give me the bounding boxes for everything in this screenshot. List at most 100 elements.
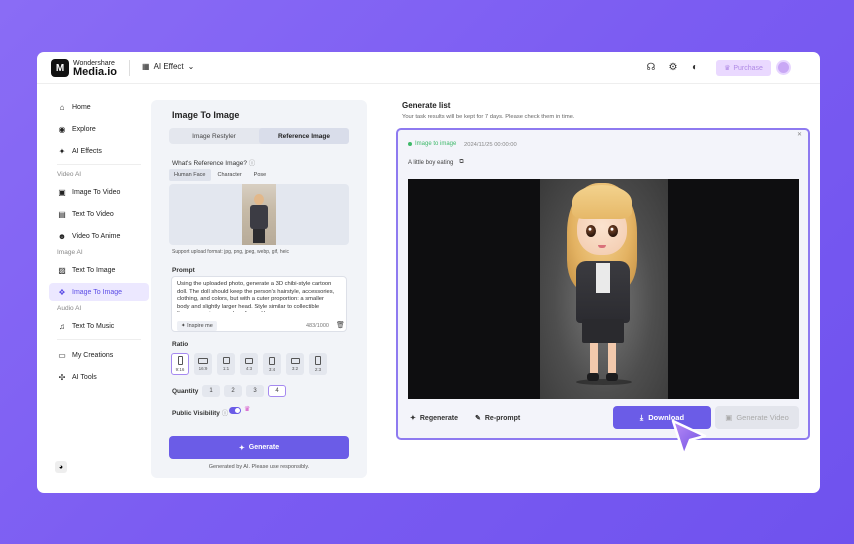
visibility-label: Public Visibility	[172, 410, 220, 417]
ratio-label: Ratio	[172, 341, 189, 348]
result-description: A little boy eating	[408, 159, 454, 166]
video-icon: ▣	[58, 187, 66, 197]
sidebar-item-my-creations[interactable]: ▭ My Creations	[49, 346, 149, 364]
generate-video-button[interactable]: ▣ Generate Video	[715, 406, 799, 429]
anime-icon: ☻	[57, 231, 67, 241]
ai-effect-menu[interactable]: ▦ AI Effect ⌄	[142, 62, 194, 71]
ratio-3-2[interactable]: 3:2	[286, 353, 304, 375]
divider	[57, 164, 141, 165]
sidebar-item-ai-effects[interactable]: ✦ AI Effects	[49, 142, 149, 160]
result-card: ✕ Image to image 2024/11/25 00:00:00 A l…	[396, 128, 810, 440]
wand-icon: ✎	[475, 415, 481, 422]
brand-line2: Media.io	[73, 66, 118, 78]
sidebar-item-video-to-anime[interactable]: ☻ Video To Anime	[49, 227, 149, 245]
quantity-label: Quantity	[172, 388, 199, 395]
visibility-toggle[interactable]	[229, 407, 241, 414]
sidebar-item-text-to-image[interactable]: ▨ Text To Image	[49, 261, 149, 279]
char-counter: 483/1000	[306, 323, 329, 329]
generate-button[interactable]: ✦ Generate	[169, 436, 349, 459]
section-label: Audio AI	[57, 305, 82, 312]
subtab-human-face[interactable]: Human Face	[169, 169, 211, 181]
discord-icon[interactable]: ◕	[55, 461, 67, 473]
grid-icon: ▦	[142, 62, 150, 71]
sparkle-icon: ✦	[58, 146, 66, 156]
upload-area[interactable]	[169, 184, 349, 245]
divider	[57, 339, 141, 340]
trash-icon[interactable]: 🗑	[336, 321, 345, 329]
logo-mark: M	[51, 59, 69, 77]
uploaded-photo	[242, 184, 276, 245]
section-label: Video AI	[57, 171, 82, 178]
quantity-4[interactable]: 4	[268, 385, 286, 397]
reference-subtabs: Human Face Character Pose	[169, 169, 271, 181]
prompt-text: Using the uploaded photo, generate a 3D …	[177, 281, 335, 312]
inspire-button[interactable]: ✦ Inspire me	[177, 321, 217, 331]
result-tag: Image to image	[408, 141, 456, 147]
divider	[129, 60, 130, 76]
sidebar-item-ai-tools[interactable]: ✣ AI Tools	[49, 368, 149, 386]
tab-reference-image[interactable]: Reference Image	[259, 128, 349, 144]
quantity-1[interactable]: 1	[202, 385, 220, 397]
close-icon[interactable]: ✕	[797, 131, 802, 138]
quantity-2[interactable]: 2	[224, 385, 242, 397]
generated-by-text: Generated by AI. Please use responsibly.	[208, 464, 310, 470]
sidebar-item-text-to-video[interactable]: ▤ Text To Video	[49, 205, 149, 223]
reprompt-button[interactable]: ✎ Re-prompt	[475, 414, 520, 423]
crown-icon: ♛	[724, 65, 731, 72]
prompt-field[interactable]: Using the uploaded photo, generate a 3D …	[171, 276, 347, 332]
ratio-9-16[interactable]: 9:16	[171, 353, 189, 375]
quantity-3[interactable]: 3	[246, 385, 264, 397]
topbar: M Wondershare Media.io ▦ AI Effect ⌄ ☊ ⚙…	[37, 52, 820, 84]
prompt-label: Prompt	[172, 267, 195, 274]
avatar[interactable]	[776, 60, 791, 75]
ai-effect-label: AI Effect	[153, 62, 184, 71]
result-image[interactable]	[408, 179, 799, 399]
crown-icon: ♛	[244, 406, 251, 413]
ratio-16-9[interactable]: 16:9	[194, 353, 212, 375]
ratio-1-1[interactable]: 1:1	[217, 353, 235, 375]
reference-label: What's Reference Image?	[172, 160, 247, 167]
generate-list-subtitle: Your task results will be kept for 7 day…	[402, 114, 575, 120]
section-label: Image AI	[57, 249, 83, 256]
ratio-4-3[interactable]: 4:3	[240, 353, 258, 375]
sidebar-item-image-to-video[interactable]: ▣ Image To Video	[49, 183, 149, 201]
image-to-image-panel: Image To Image Image Restyler Reference …	[151, 100, 367, 478]
sidebar-item-home[interactable]: ⌂ Home	[49, 98, 149, 116]
headset-icon[interactable]: ☊	[645, 61, 657, 73]
subtab-character[interactable]: Character	[213, 169, 247, 181]
sidebar-item-explore[interactable]: ◉ Explore	[49, 120, 149, 138]
film-icon: ▤	[58, 209, 66, 219]
ratio-3-4[interactable]: 3:4	[263, 353, 281, 375]
images-icon: ❖	[58, 287, 66, 297]
sparkle-icon: ✦	[238, 444, 245, 452]
image-icon: ▨	[58, 265, 66, 275]
mode-tabs: Image Restyler Reference Image	[169, 128, 349, 144]
purchase-button[interactable]: ♛ Purchase	[716, 60, 771, 76]
theme-toggle-icon[interactable]: ◐	[689, 61, 701, 73]
sparkle-icon: ✦	[410, 415, 416, 422]
chevron-down-icon: ⌄	[187, 62, 195, 71]
sidebar-item-image-to-image[interactable]: ❖ Image To Image	[49, 283, 149, 301]
brand-logo[interactable]: M Wondershare Media.io	[51, 59, 118, 78]
help-icon[interactable]: ⓘ	[249, 160, 256, 167]
tab-image-restyler[interactable]: Image Restyler	[169, 128, 259, 144]
tools-icon: ✣	[58, 372, 66, 382]
gear-icon[interactable]: ⚙	[667, 61, 679, 73]
download-icon: ⤓	[639, 412, 644, 422]
home-icon: ⌂	[59, 102, 65, 112]
copy-icon[interactable]: ⧉	[459, 159, 463, 166]
subtab-pose[interactable]: Pose	[249, 169, 272, 181]
sidebar-item-text-to-music[interactable]: ♫ Text To Music	[49, 317, 149, 335]
sidebar: ⌂ Home ◉ Explore ✦ AI Effects Video AI ▣ Ima…	[49, 98, 149, 390]
explore-icon: ◉	[58, 124, 66, 134]
cursor-pointer-icon	[671, 419, 707, 457]
generate-list-title: Generate list	[402, 101, 451, 110]
music-icon: ♫	[59, 321, 65, 331]
ratio-options: 9:16 16:9 1:1 4:3 3:4 3:2 2:3	[171, 353, 327, 375]
help-icon[interactable]: ⓘ	[222, 410, 229, 417]
video-icon: ▣	[725, 413, 733, 422]
regenerate-button[interactable]: ✦ Regenerate	[410, 414, 458, 423]
ratio-2-3[interactable]: 2:3	[309, 353, 327, 375]
support-format-text: Support upload format: jpg, png, jpeg, w…	[172, 249, 290, 255]
folder-icon: ▭	[58, 350, 66, 360]
